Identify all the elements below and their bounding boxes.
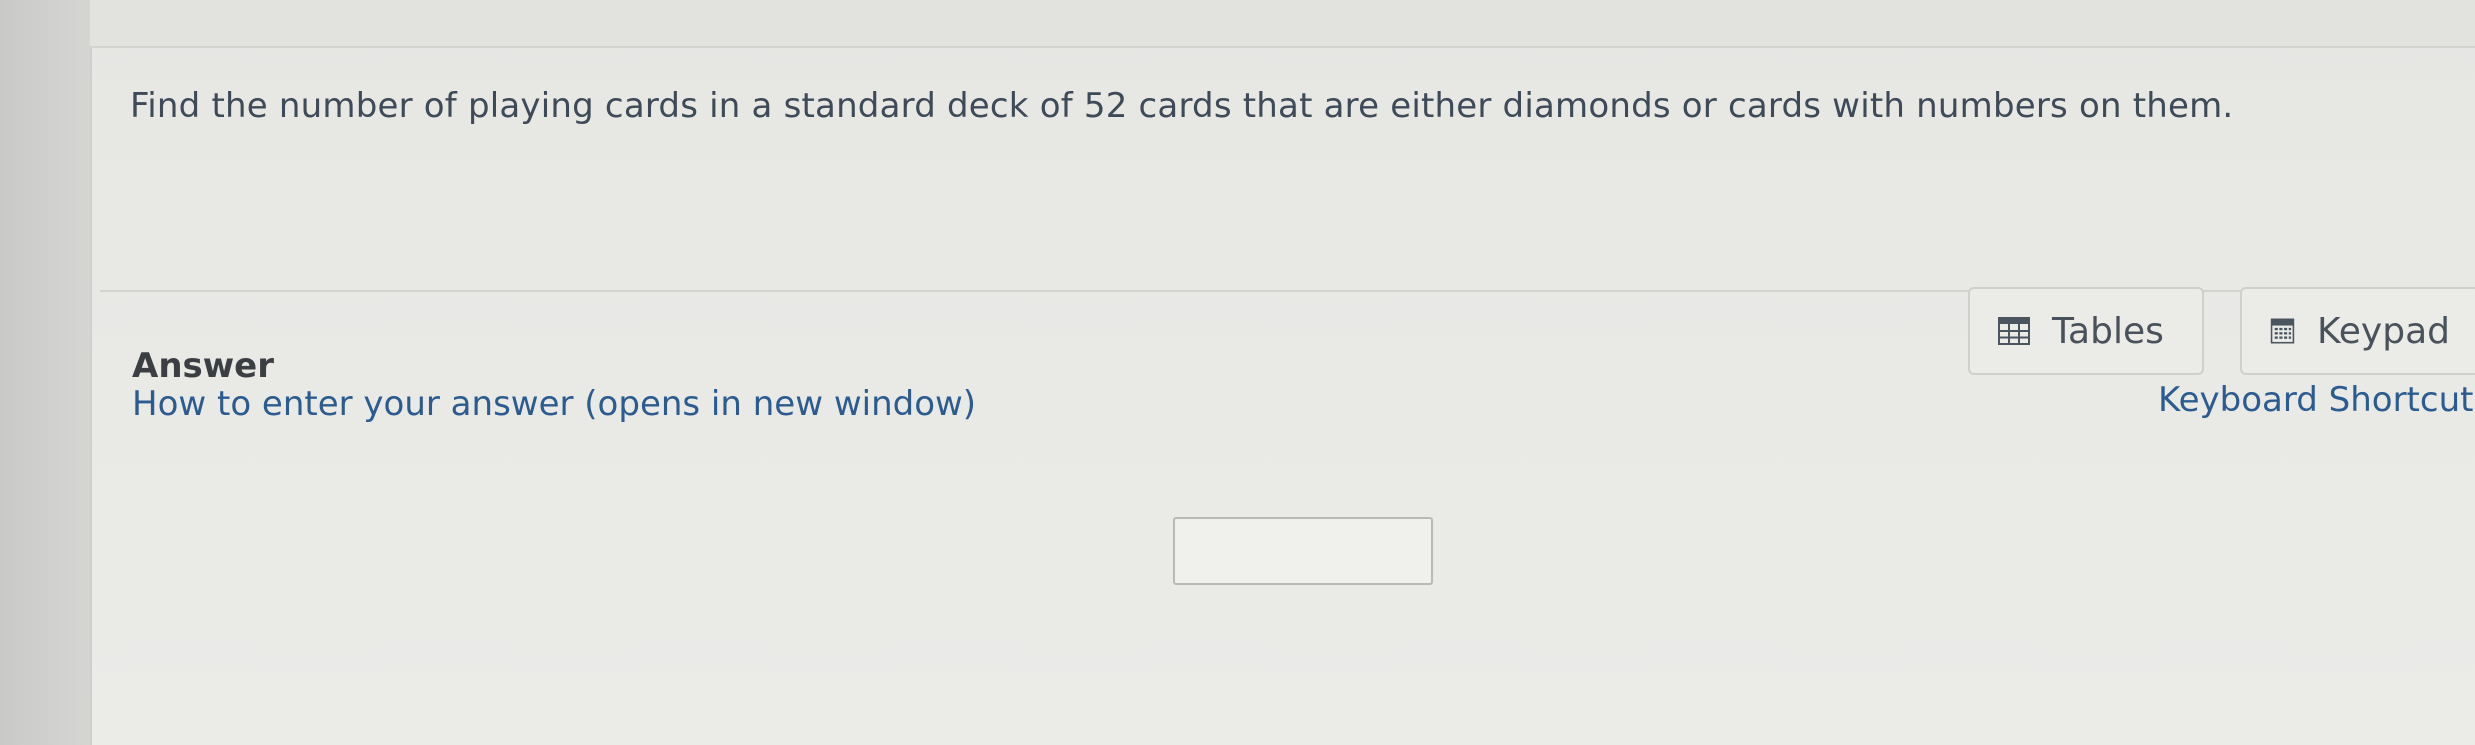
keyboard-shortcut-link[interactable]: Keyboard Shortcut	[2158, 380, 2473, 420]
calculator-keypad-icon	[2270, 318, 2295, 344]
table-grid-icon	[1998, 317, 2030, 345]
tables-button[interactable]: Tables	[1968, 287, 2204, 375]
answer-label: Answer	[132, 346, 274, 386]
help-link[interactable]: How to enter your answer (opens in new w…	[132, 384, 976, 424]
top-strip	[90, 0, 2475, 48]
answer-input[interactable]	[1173, 517, 1433, 585]
question-text: Find the number of playing cards in a st…	[130, 86, 2234, 126]
keypad-label: Keypad	[2316, 310, 2450, 352]
screen: Find the number of playing cards in a st…	[0, 0, 2475, 745]
keypad-button[interactable]: Keypad	[2240, 287, 2475, 375]
tables-label: Tables	[2052, 310, 2164, 352]
